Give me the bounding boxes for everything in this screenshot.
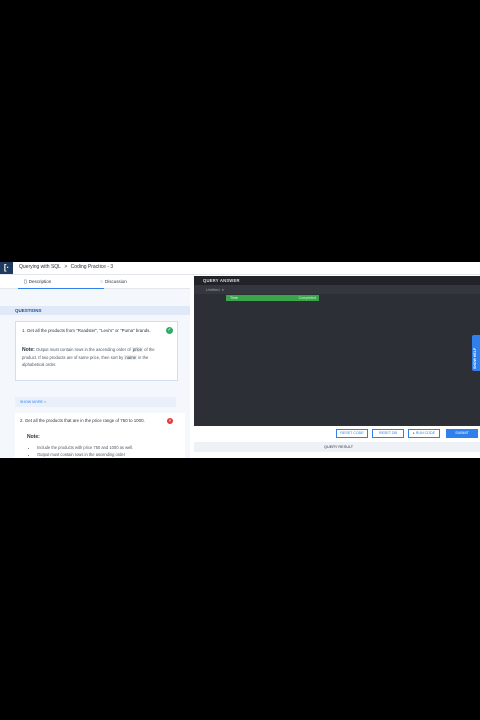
- status-right: Completed: [298, 295, 316, 300]
- tab-description-label: Description: [28, 279, 52, 284]
- tab-discussion-label: Discussion: [104, 279, 127, 284]
- editor-tabs: Untitled ×: [194, 285, 480, 294]
- status-left: Time: [230, 295, 238, 300]
- question-card-2[interactable]: 2. Get all the products that are in the …: [15, 413, 185, 458]
- editor-tab-label: Untitled: [206, 287, 220, 292]
- query-result-label: QUERY RESULT: [324, 445, 354, 449]
- code-editor[interactable]: QUERY ANSWER Untitled × Time Completed: [194, 276, 480, 426]
- close-icon[interactable]: ×: [222, 287, 224, 292]
- editor-header: QUERY ANSWER: [194, 276, 480, 285]
- reset-code-button[interactable]: RESET CODE: [336, 429, 368, 438]
- check-icon: ✓: [166, 327, 173, 334]
- note-label: Note:: [22, 347, 35, 353]
- list-item: Output must contain rows in the ascendin…: [37, 451, 133, 458]
- execution-status-bar: Time Completed: [226, 295, 319, 301]
- question-2-bullets: Include the products with price 750 and …: [27, 444, 133, 458]
- description-panel: ▯ Description ◌ Discussion QUESTIONS 1. Ge…: [0, 276, 190, 458]
- breadcrumb: Querying with SQL > Coding Practice - 3: [19, 264, 115, 270]
- question-card-1[interactable]: 1. Get all the products from "Roadster",…: [15, 321, 178, 381]
- show-more-link[interactable]: SHOW MORE >: [15, 397, 176, 407]
- show-help-label: SHOW HELP: [473, 347, 477, 369]
- app-window: [· Querying with SQL > Coding Practice -…: [0, 262, 480, 458]
- error-icon: ×: [167, 418, 173, 424]
- breadcrumb-current: Coding Practice - 3: [70, 264, 114, 270]
- chat-icon: ◌: [100, 279, 103, 285]
- questions-heading-label: QUESTIONS: [15, 307, 42, 313]
- breadcrumb-course[interactable]: Querying with SQL: [19, 264, 61, 270]
- show-more-label: SHOW MORE >: [20, 400, 47, 404]
- questions-heading: QUESTIONS: [0, 306, 190, 315]
- reset-db-button[interactable]: RESET DB: [372, 429, 404, 438]
- question-1-note: Note: Output must contain rows in the as…: [22, 346, 162, 368]
- question-1-text: 1. Get all the products from "Roadster",…: [22, 328, 151, 333]
- editor-title: QUERY ANSWER: [203, 278, 240, 283]
- editor-actions: RESET CODE RESET DB ▸ RUN CODE SUBMIT: [194, 426, 480, 440]
- note-text-1: Output must contain rows in the ascendin…: [35, 347, 131, 352]
- breadcrumb-separator: >: [64, 264, 68, 270]
- submit-button[interactable]: SUBMIT: [446, 429, 478, 438]
- top-bar: [· Querying with SQL > Coding Practice -…: [0, 262, 480, 275]
- query-result-bar[interactable]: QUERY RESULT: [194, 442, 480, 452]
- list-item: Include the products with price 750 and …: [37, 444, 133, 451]
- question-2-text: 2. Get all the products that are in the …: [20, 418, 145, 423]
- question-2-note-label: Note:: [27, 434, 40, 440]
- editor-tab[interactable]: Untitled ×: [206, 287, 224, 292]
- tab-discussion[interactable]: ◌ Discussion: [100, 276, 180, 288]
- show-help-tab[interactable]: SHOW HELP: [472, 335, 480, 371]
- code-name: name: [124, 355, 137, 360]
- panel-tabs: ▯ Description ◌ Discussion: [0, 276, 190, 289]
- tab-description[interactable]: ▯ Description: [18, 276, 104, 289]
- run-code-button[interactable]: ▸ RUN CODE: [408, 429, 440, 438]
- document-icon: ▯: [24, 279, 27, 285]
- code-price: price: [131, 347, 143, 352]
- logo[interactable]: [·: [0, 262, 13, 274]
